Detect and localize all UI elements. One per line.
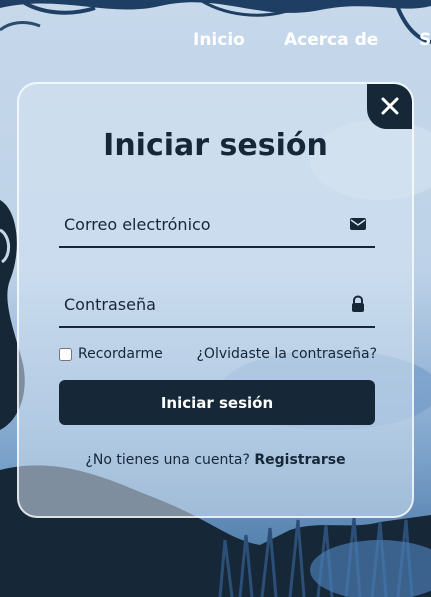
remember-label[interactable]: Recordarme (59, 346, 163, 362)
nav-item-inicio[interactable]: Inicio (193, 29, 245, 51)
register-link[interactable]: Registrarse (254, 452, 345, 468)
nav-item-servicios[interactable]: Se (419, 29, 431, 51)
password-field-wrapper (59, 282, 375, 328)
login-card: Iniciar sesión Recordarme ¿Olvidaste la … (17, 82, 414, 518)
email-field-wrapper (59, 202, 375, 248)
no-account-text: ¿No tienes una cuenta? (85, 452, 250, 468)
remember-text: Recordarme (78, 346, 163, 362)
login-button[interactable]: Iniciar sesión (59, 380, 375, 425)
top-nav: Inicio Acerca de Se (0, 29, 431, 53)
password-field[interactable] (59, 282, 339, 326)
login-title: Iniciar sesión (103, 128, 328, 163)
register-row: ¿No tienes una cuenta? Registrarse (19, 452, 412, 468)
lock-icon (352, 295, 364, 312)
remember-checkbox[interactable] (59, 347, 72, 361)
email-field[interactable] (59, 202, 339, 246)
remember-row: Recordarme ¿Olvidaste la contraseña? (59, 346, 377, 364)
envelope-icon (350, 218, 366, 230)
forgot-password-link[interactable]: ¿Olvidaste la contraseña? (197, 346, 378, 362)
nav-item-acerca-de[interactable]: Acerca de (284, 29, 378, 51)
close-icon (381, 97, 399, 115)
close-button[interactable] (367, 84, 412, 129)
